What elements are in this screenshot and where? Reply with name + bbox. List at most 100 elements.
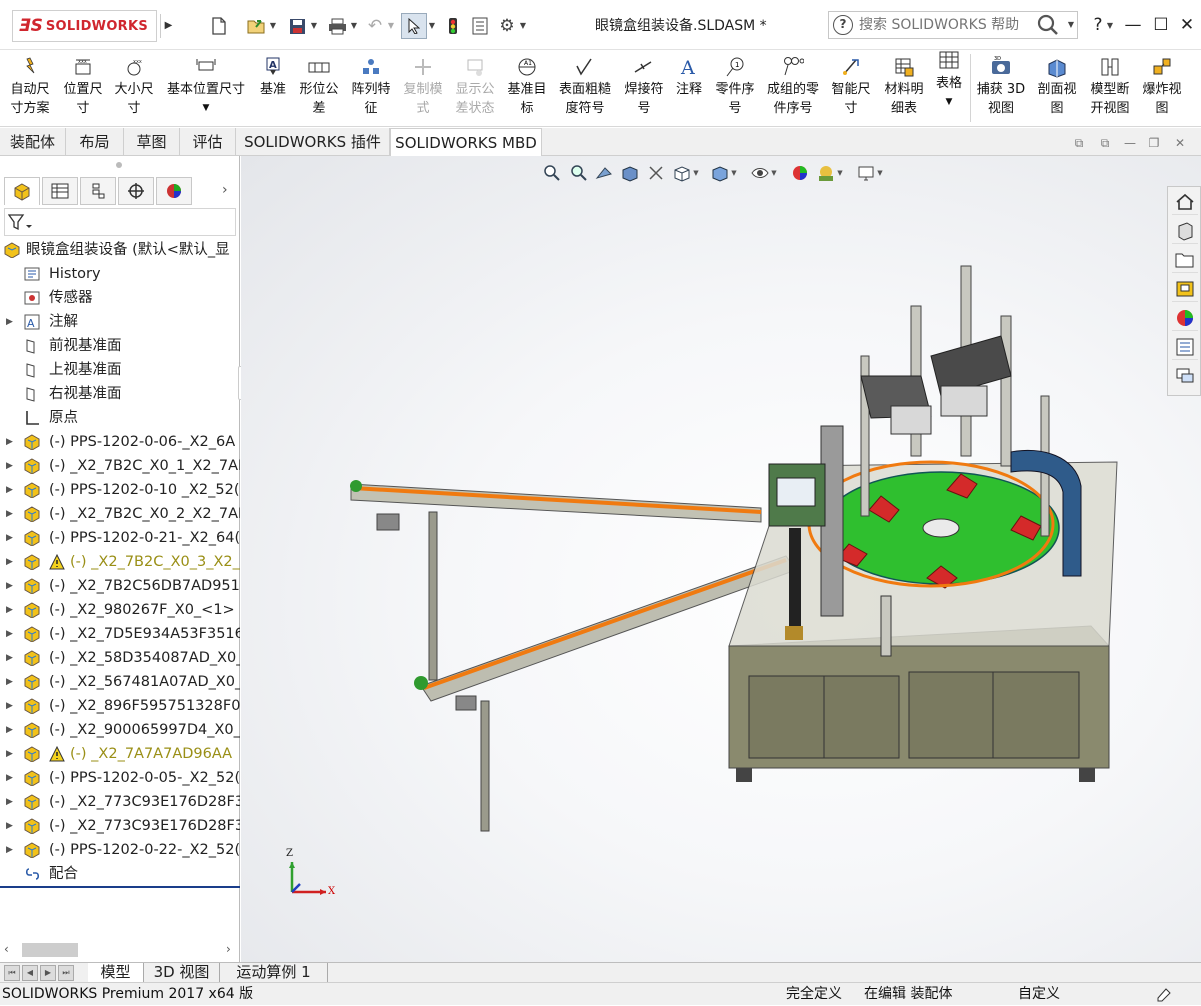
tree-item[interactable]: History [0, 262, 240, 286]
dimxpert-manager-tab-icon[interactable] [118, 177, 154, 205]
tabs-scroll-right-icon[interactable]: › [222, 182, 228, 198]
close-icon[interactable]: ✕ [1176, 13, 1198, 37]
viewport-close-icon[interactable]: ✕ [1172, 135, 1188, 151]
print-icon[interactable] [324, 13, 350, 39]
tree-item[interactable]: ▶ (-) _X2_7D5E934A53F3516 [0, 622, 240, 646]
next-tab-icon[interactable]: ▶ [40, 965, 56, 981]
ribbon-dropdown-arrow-icon[interactable]: ▼ [160, 99, 252, 118]
copy-scheme-button[interactable]: 复制模 式 [398, 56, 448, 124]
location-dimension-button[interactable]: xxx 位置尺 寸 [58, 56, 108, 124]
forum-icon[interactable] [1172, 363, 1198, 389]
geometric-tolerance-button[interactable]: 形位公 差 [294, 56, 344, 124]
tree-item[interactable]: ▶ A 注解 [0, 310, 240, 334]
tree-item[interactable]: 传感器 [0, 286, 240, 310]
tab-evaluate[interactable]: 评估 [180, 128, 236, 156]
tree-item[interactable]: ▶ (-) PPS-1202-0-10 _X2_52( [0, 478, 240, 502]
graphics-area[interactable]: ▼ ▼ ▼ ▼ ▼ Z X [241, 156, 1201, 962]
units-status[interactable]: 自定义 [1018, 983, 1060, 1006]
first-tab-icon[interactable]: ⏮ [4, 965, 20, 981]
tree-item[interactable]: ▶ (-) PPS-1202-0-22-_X2_52( [0, 838, 240, 862]
tree-item[interactable]: ▶ (-) PPS-1202-0-21-_X2_64( [0, 526, 240, 550]
expand-arrow-icon[interactable]: ▶ [6, 454, 13, 478]
exploded-view-button[interactable]: 爆炸视 图 [1138, 56, 1186, 124]
minimize-icon[interactable]: — [1122, 13, 1144, 37]
search-input[interactable] [859, 14, 1031, 36]
expand-arrow-icon[interactable]: ▶ [6, 598, 13, 622]
view-palette-icon[interactable] [1172, 276, 1198, 302]
expand-arrow-icon[interactable]: ▶ [6, 766, 13, 790]
tree-root-assembly[interactable]: 眼镜盒组装设备 (默认<默认_显 [0, 238, 240, 262]
solidworks-logo-button[interactable]: ƎS SOLIDWORKS [12, 10, 157, 42]
panel-grip[interactable] [116, 162, 122, 168]
tab-3d-view[interactable]: 3D 视图 [144, 963, 220, 983]
open-document-icon[interactable] [244, 13, 270, 39]
search-dropdown-icon[interactable]: ▼ [1065, 12, 1077, 38]
new-document-icon[interactable] [206, 13, 232, 39]
tree-horizontal-scrollbar[interactable]: ‹ › [0, 939, 240, 961]
capture-3d-view-button[interactable]: 3D 捕获 3D 视图 [974, 56, 1028, 124]
tab-model[interactable]: 模型 [88, 963, 144, 983]
tree-item[interactable]: 前视基准面 [0, 334, 240, 358]
save-dropdown-icon[interactable]: ▼ [309, 13, 319, 39]
open-dropdown-icon[interactable]: ▼ [268, 13, 278, 39]
auto-dimension-button[interactable]: 自动尺 寸方案 [4, 56, 56, 124]
search-magnifier-icon[interactable] [1034, 12, 1062, 38]
assembly-model-render[interactable] [241, 156, 1201, 962]
weld-symbol-button[interactable]: 焊接符 号 [620, 56, 668, 124]
bom-button[interactable]: 材料明 细表 [878, 56, 930, 124]
file-explorer-icon[interactable] [1172, 247, 1198, 273]
design-library-icon[interactable] [1172, 218, 1198, 244]
filter-icon[interactable] [8, 213, 32, 233]
tree-item[interactable]: ▶ (-) _X2_900065997D4_X0_ [0, 718, 240, 742]
rebuild-icon[interactable] [1156, 983, 1174, 1006]
tree-item[interactable]: ▶ (-) _X2_773C93E176D28F3 [0, 790, 240, 814]
maximize-icon[interactable]: ☐ [1150, 13, 1172, 37]
stacked-balloon-button[interactable]: 成组的零 件序号 [762, 56, 824, 124]
tree-filter-box[interactable] [4, 208, 236, 236]
ribbon-dropdown-arrow-icon[interactable]: ▼ [932, 93, 966, 112]
tab-sketch[interactable]: 草图 [124, 128, 180, 156]
expand-arrow-icon[interactable]: ▶ [6, 742, 13, 766]
expand-arrow-icon[interactable]: ▶ [6, 646, 13, 670]
help-dropdown-icon[interactable]: ▼ [1105, 13, 1115, 39]
tree-item[interactable]: 原点 [0, 406, 240, 430]
tree-item[interactable]: ▶ (-) _X2_7B2C_X0_3_X2_ [0, 550, 240, 574]
note-button[interactable]: A 注释 [670, 56, 708, 124]
configuration-manager-tab-icon[interactable] [80, 177, 116, 205]
expand-arrow-icon[interactable]: ▶ [6, 574, 13, 598]
tree-item[interactable]: ▶ (-) _X2_58D354087AD_X0_ [0, 646, 240, 670]
expand-arrow-icon[interactable]: ▶ [6, 790, 13, 814]
model-break-view-button[interactable]: 模型断 开视图 [1084, 56, 1136, 124]
expand-arrow-icon[interactable]: ▶ [6, 814, 13, 838]
previous-tab-icon[interactable]: ◀ [22, 965, 38, 981]
options-gear-icon[interactable]: ⚙ [494, 13, 520, 39]
tree-item[interactable]: ▶ (-) _X2_980267F_X0_<1> ( [0, 598, 240, 622]
tree-item[interactable]: ▶ (-) PPS-1202-0-05-_X2_52( [0, 766, 240, 790]
smart-dimension-button[interactable]: 智能尺 寸 [826, 56, 876, 124]
tree-item[interactable]: ▶ (-) _X2_567481A07AD_X0_ [0, 670, 240, 694]
tree-item[interactable]: ▶ (-) _X2_896F595751328F0! [0, 694, 240, 718]
section-view-button[interactable]: 剖面视 图 [1032, 56, 1082, 124]
viewport-back-icon[interactable]: ⧉ [1071, 135, 1087, 151]
options-dropdown-icon[interactable]: ▼ [518, 13, 528, 39]
basic-location-dimension-button[interactable]: 基本位置尺寸 ▼ [160, 56, 252, 124]
expand-arrow-icon[interactable]: ▶ [6, 430, 13, 454]
tab-motion-study[interactable]: 运动算例 1 [220, 963, 328, 983]
tab-solidworks-mbd[interactable]: SOLIDWORKS MBD [390, 128, 542, 157]
tab-layout[interactable]: 布局 [66, 128, 124, 156]
pattern-feature-button[interactable]: 阵列特 征 [346, 56, 396, 124]
select-pointer-icon[interactable] [401, 13, 427, 39]
scroll-thumb[interactable] [22, 943, 78, 957]
tree-item[interactable]: 上视基准面 [0, 358, 240, 382]
print-dropdown-icon[interactable]: ▼ [349, 13, 359, 39]
feature-manager-tab-icon[interactable] [4, 177, 40, 205]
expand-arrow-icon[interactable]: ▶ [6, 670, 13, 694]
balloon-button[interactable]: 1 零件序 号 [710, 56, 760, 124]
tolerance-status-button[interactable]: 显示公 差状态 [450, 56, 500, 124]
tree-item[interactable]: ▶ (-) _X2_7B2C_X0_1_X2_7AI [0, 454, 240, 478]
rebuild-traffic-light-icon[interactable] [440, 13, 466, 39]
expand-arrow-icon[interactable]: ▶ [6, 838, 13, 862]
last-tab-icon[interactable]: ⏭ [58, 965, 74, 981]
tree-item[interactable]: ▶ (-) _X2_7B2C56DB7AD951( [0, 574, 240, 598]
undo-icon[interactable]: ↶ [362, 13, 388, 39]
